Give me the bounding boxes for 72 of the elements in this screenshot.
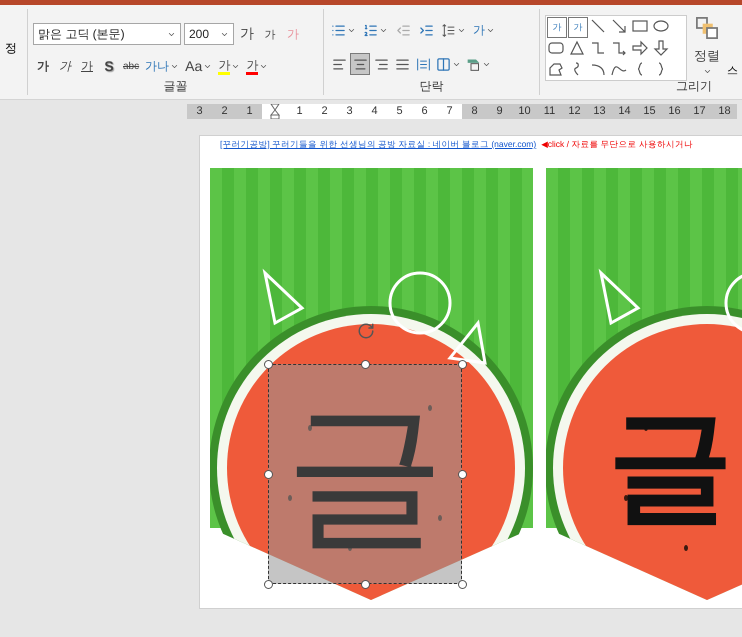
smartart-icon[interactable] — [466, 56, 481, 72]
ruler-number: 3 — [337, 104, 362, 119]
line-shape-icon[interactable] — [589, 17, 607, 35]
indent-increase-icon — [418, 22, 434, 38]
text-direction-button[interactable]: 가 — [471, 19, 497, 41]
align-icon — [374, 56, 388, 72]
group-label: 정 — [5, 40, 17, 56]
bullet-list-icon — [331, 22, 346, 38]
ruler-number: 2 — [212, 104, 237, 119]
group-label: 단락 — [420, 78, 444, 95]
banner-letter: 글 — [285, 394, 445, 554]
arrange-button[interactable]: 정렬 — [692, 45, 722, 67]
shapes-gallery[interactable]: 가 가 — [545, 15, 687, 81]
align-icon — [394, 56, 410, 72]
numbered-list-icon — [363, 22, 378, 38]
bold-button[interactable]: 가 — [33, 55, 53, 77]
ruler-number: 5 — [387, 104, 412, 119]
triangle-shape-icon[interactable] — [568, 39, 586, 58]
ruler-number: 6 — [412, 104, 437, 119]
arrow-shape-icon[interactable] — [610, 17, 628, 35]
underline-button[interactable]: 가 — [77, 55, 97, 77]
ruler-number: 4 — [362, 104, 387, 119]
resize-handle[interactable] — [458, 580, 466, 588]
font-color-button[interactable]: 가 — [244, 55, 270, 77]
ruler-number: 13 — [587, 104, 612, 119]
resize-handle[interactable] — [264, 580, 272, 588]
ruler-number: 15 — [637, 104, 662, 119]
ruler-number: 3 — [187, 104, 212, 119]
textbox-shape-button[interactable]: 가 — [547, 17, 567, 38]
increase-font-size-button[interactable]: 가 — [237, 23, 257, 45]
distributed-icon[interactable] — [416, 56, 430, 72]
italic-button[interactable]: 가 — [55, 55, 75, 77]
ruler-number: 11 — [537, 104, 562, 119]
ruler-number: 17 — [687, 104, 712, 119]
ruler-number: 1 — [237, 104, 262, 119]
rotate-handle-icon[interactable] — [357, 322, 375, 340]
group-label: 글꼴 — [164, 78, 188, 95]
blog-link[interactable]: [꾸러기공방] 꾸러기들을 위한 선생님의 공방 자료실 : 네이버 블로그 (naver.com) — [220, 139, 536, 151]
align-icon — [352, 56, 368, 72]
change-case-button[interactable]: Aa — [183, 55, 214, 77]
indent-decrease-icon — [396, 22, 410, 38]
group-label: 그리기 — [676, 78, 712, 95]
ruler-number: 14 — [612, 104, 637, 119]
ruler-number: 2 — [312, 104, 337, 119]
highlight-color-button[interactable]: 가 — [216, 55, 242, 77]
notice-text: ◀click / 자료를 무단으로 사용하시거나 — [541, 139, 694, 151]
font-size-dropdown[interactable]: 200 — [184, 23, 234, 45]
decrease-font-size-button[interactable]: 가 — [260, 23, 280, 45]
partial-button-label: 스 — [727, 64, 738, 79]
ruler-number: 9 — [487, 104, 512, 119]
ruler-number: 1 — [287, 104, 312, 119]
banner-letter: 글 — [608, 403, 733, 528]
line-spacing-icon[interactable] — [441, 22, 456, 38]
ruler-number: 16 — [662, 104, 687, 119]
shadow-button[interactable]: S — [99, 55, 119, 77]
ruler-number: 7 — [437, 104, 462, 119]
strike-button[interactable]: abc — [121, 55, 142, 77]
indent-marker[interactable] — [262, 104, 287, 119]
columns-icon — [436, 56, 451, 72]
ruler-number: 10 — [512, 104, 537, 119]
right-arrow-shape-icon[interactable] — [631, 39, 649, 58]
ruler-number: 12 — [562, 104, 587, 119]
down-arrow-shape-icon[interactable] — [652, 39, 670, 58]
character-spacing-button[interactable]: 가나 — [143, 55, 182, 77]
vertical-textbox-shape-button[interactable]: 가 — [568, 17, 588, 38]
ruler-number: 8 — [462, 104, 487, 119]
font-name-dropdown[interactable]: 맑은 고딕 (본문) — [33, 23, 181, 45]
caret-icon — [702, 67, 712, 76]
ruler-number: 18 — [712, 104, 737, 119]
align-button[interactable] — [350, 53, 370, 75]
arrange-icon[interactable] — [694, 15, 720, 41]
align-icon — [332, 56, 346, 72]
